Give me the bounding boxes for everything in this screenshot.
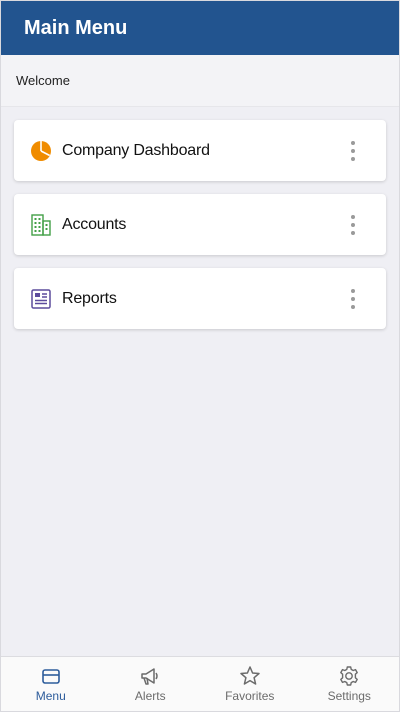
tab-label: Settings: [327, 689, 371, 703]
page-title: Main Menu: [24, 16, 128, 39]
megaphone-icon: [138, 665, 162, 687]
tab-settings[interactable]: Settings: [300, 657, 400, 711]
menu-item-label: Reports: [62, 289, 117, 307]
menu-item-company-dashboard[interactable]: Company Dashboard: [14, 120, 386, 181]
tab-label: Alerts: [134, 689, 166, 703]
menu-item-label: Company Dashboard: [62, 141, 210, 159]
tab-menu[interactable]: Menu: [1, 657, 101, 711]
menu-item-reports[interactable]: Reports: [14, 268, 386, 329]
tab-label: Menu: [35, 689, 66, 703]
more-options-icon[interactable]: [346, 287, 360, 311]
gear-icon: [337, 665, 361, 687]
more-options-icon[interactable]: [346, 213, 360, 237]
tab-alerts[interactable]: Alerts: [101, 657, 201, 711]
menu-item-accounts[interactable]: Accounts: [14, 194, 386, 255]
bottom-tab-bar: Menu Alerts Favorites Settings: [1, 656, 399, 711]
tab-favorites[interactable]: Favorites: [200, 657, 300, 711]
welcome-text: Welcome: [16, 73, 70, 88]
menu-box-icon: [39, 665, 63, 687]
newspaper-icon: [29, 287, 53, 311]
welcome-bar: Welcome: [1, 55, 399, 107]
app-frame: Main Menu Welcome Company Dashboard Acco…: [0, 0, 400, 712]
menu-list: Company Dashboard Accounts Reports: [1, 107, 399, 329]
star-icon: [238, 665, 262, 687]
app-header: Main Menu: [1, 1, 399, 55]
more-options-icon[interactable]: [346, 139, 360, 163]
building-icon: [29, 213, 53, 237]
menu-item-label: Accounts: [62, 215, 127, 233]
tab-label: Favorites: [225, 689, 275, 703]
pie-chart-icon: [29, 139, 53, 163]
